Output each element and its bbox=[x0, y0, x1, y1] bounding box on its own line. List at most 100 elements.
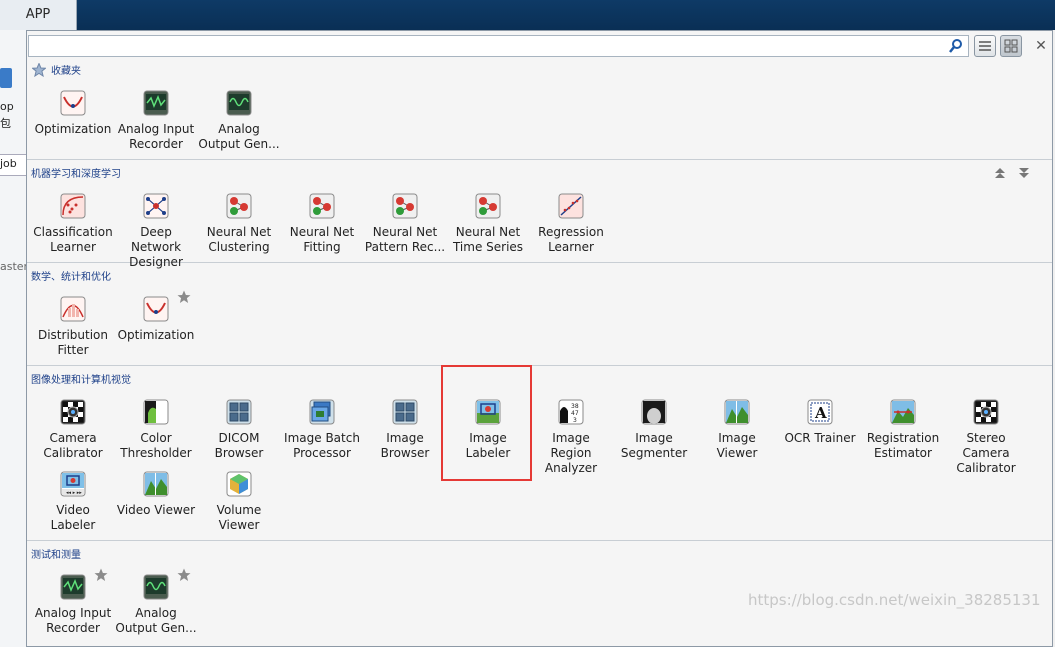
section-title: 收藏夹 bbox=[51, 66, 81, 77]
app-label: Camera Calibrator bbox=[43, 431, 103, 460]
svg-text:A: A bbox=[814, 404, 827, 422]
camera-calibrator-icon bbox=[60, 399, 86, 425]
highlight-box bbox=[441, 365, 532, 481]
app-optimization[interactable]: Optimization bbox=[32, 90, 114, 137]
app-label: Color Thresholder bbox=[120, 431, 192, 460]
app-neural-net-pattern-recognition[interactable]: Neural Net Pattern Rec... bbox=[364, 193, 446, 255]
app-optimization-math[interactable]: Optimization bbox=[115, 290, 197, 343]
ocr-trainer-icon: A bbox=[807, 399, 833, 425]
app-label: Classification Learner bbox=[33, 225, 113, 254]
color-thresholder-icon bbox=[143, 399, 169, 425]
app-dicom-browser[interactable]: DICOM Browser bbox=[198, 399, 280, 461]
app-classification-learner[interactable]: Classification Learner bbox=[32, 193, 114, 255]
close-button[interactable]: ✕ bbox=[1032, 35, 1050, 57]
video-viewer-icon bbox=[143, 471, 169, 497]
favorite-star-icon[interactable] bbox=[177, 290, 191, 304]
favorite-star-icon[interactable] bbox=[94, 568, 108, 582]
app-label: Analog Input Recorder bbox=[117, 122, 195, 151]
neural-net-time-series-icon bbox=[475, 193, 501, 219]
title-tab-strip: APP bbox=[0, 0, 1055, 30]
background-label-top: op bbox=[0, 100, 14, 113]
app-stereo-camera-calibrator[interactable]: Stereo Camera Calibrator bbox=[945, 399, 1027, 476]
app-package-icon bbox=[0, 68, 12, 88]
app-label: Image Browser bbox=[380, 431, 430, 460]
app-image-viewer[interactable]: Image Viewer bbox=[696, 399, 778, 461]
app-registration-estimator[interactable]: Registration Estimator bbox=[862, 399, 944, 461]
app-label: Video Labeler bbox=[50, 503, 96, 532]
app-label: Neural Net Pattern Rec... bbox=[364, 225, 446, 254]
app-volume-viewer[interactable]: Volume Viewer bbox=[198, 471, 280, 533]
list-view-button[interactable] bbox=[974, 35, 996, 57]
app-ocr-trainer[interactable]: A OCR Trainer bbox=[779, 399, 861, 446]
collapse-expand-arrows[interactable] bbox=[993, 165, 1033, 181]
app-image-browser[interactable]: Image Browser bbox=[364, 399, 446, 461]
app-label: OCR Trainer bbox=[784, 431, 856, 445]
app-video-labeler[interactable]: ◂◂ ▸ ▸▸ Video Labeler bbox=[32, 471, 114, 533]
analog-input-recorder-icon bbox=[143, 90, 169, 116]
app-label: Neural Net Time Series bbox=[452, 225, 524, 254]
section-header-test-measurement: 测试和测量 bbox=[28, 545, 1052, 565]
app-label: Image Segmenter bbox=[620, 431, 688, 460]
app-image-region-analyzer[interactable]: 38 47 3 Image Region Analyzer bbox=[530, 399, 612, 476]
app-label: Analog Input Recorder bbox=[34, 606, 112, 635]
stereo-camera-calibrator-icon bbox=[973, 399, 999, 425]
app-label: Optimization bbox=[34, 122, 112, 136]
app-neural-net-clustering[interactable]: Neural Net Clustering bbox=[198, 193, 280, 255]
app-label: Neural Net Fitting bbox=[289, 225, 355, 254]
app-analog-input-recorder-tm[interactable]: Analog Input Recorder bbox=[32, 568, 114, 636]
app-distribution-fitter[interactable]: Distribution Fitter bbox=[32, 296, 114, 358]
close-icon: ✕ bbox=[1035, 38, 1047, 54]
app-label: Regression Learner bbox=[538, 225, 604, 254]
app-label: Registration Estimator bbox=[866, 431, 940, 460]
app-analog-output-generator[interactable]: Analog Output Gen... bbox=[198, 90, 280, 152]
app-neural-net-fitting[interactable]: Neural Net Fitting bbox=[281, 193, 363, 255]
background-side-text: aster bbox=[0, 260, 29, 273]
app-label: DICOM Browser bbox=[214, 431, 264, 460]
dicom-browser-icon bbox=[226, 399, 252, 425]
classification-learner-icon bbox=[60, 193, 86, 219]
app-neural-net-time-series[interactable]: Neural Net Time Series bbox=[447, 193, 529, 255]
tab-app[interactable]: APP bbox=[0, 0, 77, 30]
analog-output-generator-icon bbox=[226, 90, 252, 116]
app-label: Analog Output Gen... bbox=[115, 606, 197, 635]
app-video-viewer[interactable]: Video Viewer bbox=[115, 471, 197, 518]
search-icon[interactable] bbox=[948, 38, 964, 54]
distribution-fitter-icon bbox=[60, 296, 86, 322]
video-labeler-icon: ◂◂ ▸ ▸▸ bbox=[60, 471, 86, 497]
app-label: Deep Network Designer bbox=[129, 225, 183, 269]
app-label: Image Region Analyzer bbox=[544, 431, 598, 475]
app-label: Distribution Fitter bbox=[37, 328, 108, 357]
section-divider bbox=[27, 365, 1052, 366]
section-title: 机器学习和深度学习 bbox=[31, 169, 121, 180]
section-header-machine-learning: 机器学习和深度学习 bbox=[28, 164, 1052, 184]
app-color-thresholder[interactable]: Color Thresholder bbox=[115, 399, 197, 461]
expand-all-icon bbox=[1019, 168, 1029, 178]
image-browser-icon bbox=[392, 399, 418, 425]
app-regression-learner[interactable]: Regression Learner bbox=[530, 193, 612, 255]
watermark-text: https://blog.csdn.net/weixin_38285131 bbox=[748, 591, 1041, 609]
image-batch-processor-icon bbox=[309, 399, 335, 425]
app-image-batch-processor[interactable]: Image Batch Processor bbox=[281, 399, 363, 461]
section-header-image-processing: 图像处理和计算机视觉 bbox=[28, 370, 1052, 390]
registration-estimator-icon bbox=[890, 399, 916, 425]
grid-view-icon bbox=[1004, 39, 1018, 53]
grid-view-button[interactable] bbox=[1000, 35, 1022, 57]
svg-text:◂◂ ▸ ▸▸: ◂◂ ▸ ▸▸ bbox=[66, 490, 82, 496]
section-divider bbox=[27, 159, 1052, 160]
list-view-icon bbox=[979, 41, 991, 51]
section-title: 图像处理和计算机视觉 bbox=[31, 375, 131, 386]
analog-output-generator-icon bbox=[143, 574, 169, 600]
app-analog-input-recorder[interactable]: Analog Input Recorder bbox=[115, 90, 197, 152]
section-header-favorites: 收藏夹 bbox=[28, 61, 1052, 81]
neural-net-pattern-icon bbox=[392, 193, 418, 219]
analog-input-recorder-icon bbox=[60, 574, 86, 600]
search-input[interactable] bbox=[28, 35, 969, 57]
app-image-segmenter[interactable]: Image Segmenter bbox=[613, 399, 695, 461]
app-label: Image Batch Processor bbox=[284, 431, 360, 460]
app-analog-output-generator-tm[interactable]: Analog Output Gen... bbox=[115, 568, 197, 636]
app-label: Image Viewer bbox=[716, 431, 758, 460]
optimization-icon bbox=[143, 296, 169, 322]
app-deep-network-designer[interactable]: Deep Network Designer bbox=[115, 193, 197, 270]
favorite-star-icon[interactable] bbox=[177, 568, 191, 582]
app-camera-calibrator[interactable]: Camera Calibrator bbox=[32, 399, 114, 461]
